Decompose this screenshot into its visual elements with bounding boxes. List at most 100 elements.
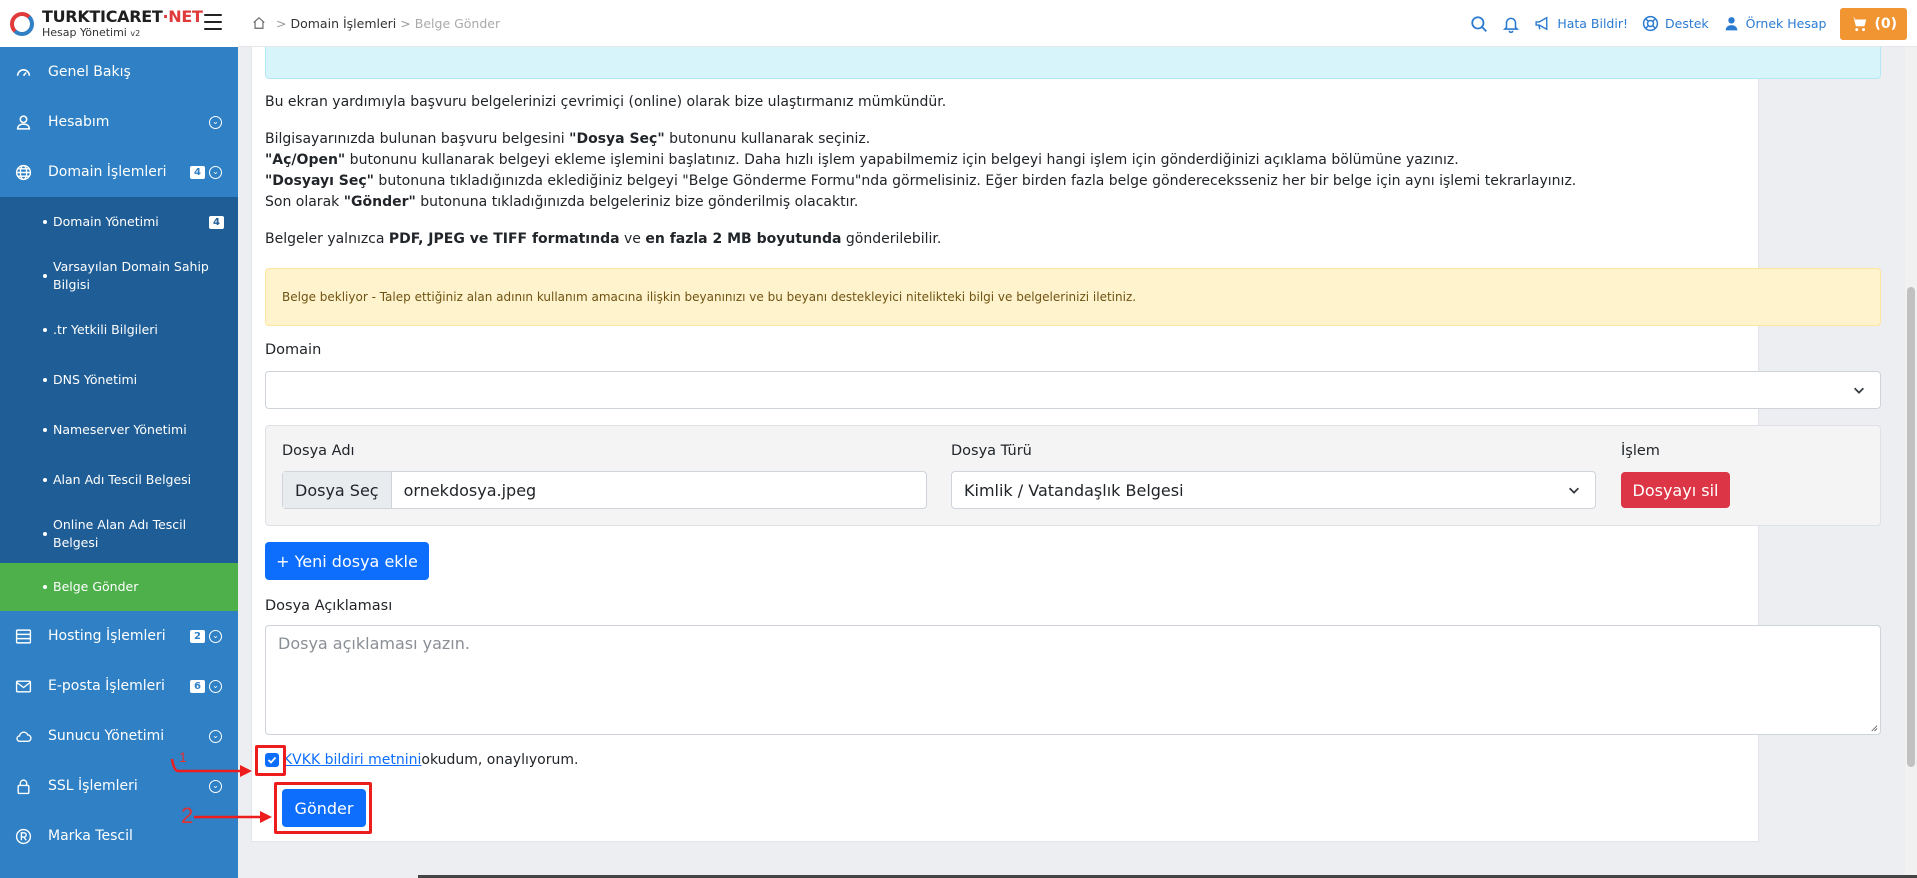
step-2-text: "Aç/Open" butonunu kullanarak belgeyi ek… bbox=[265, 152, 1459, 168]
sidebar-item-varsayilan-domain[interactable]: Varsayılan Domain Sahip Bilgisi bbox=[0, 247, 238, 305]
action-label: İşlem bbox=[1621, 443, 1660, 459]
cart-button[interactable]: (0) bbox=[1840, 7, 1907, 40]
cloud-icon bbox=[14, 727, 32, 745]
sidebar-item-label: .tr Yetkili Bilgileri bbox=[53, 322, 158, 337]
description-placeholder: Dosya açıklaması yazın. bbox=[278, 634, 470, 653]
domain-select[interactable] bbox=[265, 371, 1881, 409]
sidebar-item-label: Belge Gönder bbox=[53, 579, 139, 594]
cart-icon bbox=[1851, 16, 1867, 31]
step-1-text: Bilgisayarınızda bulunan başvuru belgesi… bbox=[265, 131, 871, 147]
sidebar-item-label: E-posta İşlemleri bbox=[48, 678, 165, 694]
sidebar-item-label: Varsayılan Domain Sahip Bilgisi bbox=[53, 259, 209, 292]
expand-icon[interactable]: ⌄ bbox=[209, 165, 222, 179]
chevron-down-icon bbox=[1854, 387, 1864, 394]
support-label: Destek bbox=[1665, 16, 1709, 31]
warning-text: Belge bekliyor - Talep ettiğiniz alan ad… bbox=[282, 290, 1137, 304]
sidebar-item-tescil-belgesi[interactable]: Alan Adı Tescil Belgesi bbox=[0, 455, 238, 505]
add-file-button[interactable]: + Yeni dosya ekle bbox=[265, 542, 429, 580]
sidebar-item-tr-yetkili[interactable]: .tr Yetkili Bilgileri bbox=[0, 305, 238, 355]
registered-icon bbox=[14, 827, 32, 845]
topbar: > Domain İşlemleri > Belge Gönder Hata B… bbox=[238, 0, 1917, 47]
sidebar-item-label: Nameserver Yönetimi bbox=[53, 422, 187, 437]
kvkk-link[interactable]: KVKK bildiri metnini bbox=[283, 752, 421, 768]
support-link[interactable]: Destek bbox=[1642, 15, 1709, 32]
domain-submenu: Domain Yönetimi 4 Varsayılan Domain Sahi… bbox=[0, 197, 238, 611]
expand-icon[interactable]: ⌄ bbox=[209, 115, 222, 129]
choose-file-button[interactable]: Dosya Seç bbox=[283, 472, 392, 508]
report-bug-link[interactable]: Hata Bildir! bbox=[1534, 15, 1628, 32]
file-type-value: Kimlik / Vatandaşlık Belgesi bbox=[964, 480, 1184, 500]
annotation-box-1 bbox=[255, 745, 286, 776]
logo[interactable]: TURKTICARET·NET Hesap Yönetimi v2 bbox=[0, 0, 238, 47]
count-badge: 4 bbox=[209, 215, 224, 229]
sidebar-item-online-tescil[interactable]: Online Alan Adı Tescil Belgesi bbox=[0, 505, 238, 563]
file-type-label: Dosya Türü bbox=[951, 443, 1032, 459]
step-3-text: "Dosyayı Seç" butonuna tıkladığınızda ek… bbox=[265, 173, 1577, 189]
sidebar-item-label: Sunucu Yönetimi bbox=[48, 728, 165, 744]
annotation-box-2 bbox=[274, 782, 372, 834]
sidebar-item-nameserver[interactable]: Nameserver Yönetimi bbox=[0, 405, 238, 455]
file-input-group: Dosya Seç ornekdosya.jpeg bbox=[282, 471, 927, 509]
lock-icon bbox=[14, 777, 32, 795]
sidebar-item-genel-bakis[interactable]: Genel Bakış bbox=[0, 47, 238, 97]
formats-text: Belgeler yalnızca PDF, JPEG ve TIFF form… bbox=[265, 231, 942, 247]
breadcrumb-item[interactable]: Domain İşlemleri bbox=[290, 16, 396, 31]
expand-icon[interactable]: ⌄ bbox=[209, 679, 222, 693]
account-label: Örnek Hesap bbox=[1745, 16, 1827, 31]
file-type-select[interactable]: Kimlik / Vatandaşlık Belgesi bbox=[951, 471, 1596, 509]
sidebar-item-eposta[interactable]: E-posta İşlemleri 6 ⌄ bbox=[0, 661, 238, 711]
globe-icon bbox=[14, 163, 32, 181]
sidebar-item-label: Marka Tescil bbox=[48, 828, 133, 844]
account-link[interactable]: Örnek Hesap bbox=[1723, 15, 1827, 32]
sidebar-item-label: Domain İşlemleri bbox=[48, 164, 167, 180]
file-name-value[interactable]: ornekdosya.jpeg bbox=[392, 472, 537, 508]
sidebar-item-label: Online Alan Adı Tescil Belgesi bbox=[53, 517, 187, 550]
info-alert bbox=[265, 47, 1881, 79]
count-badge: 4 bbox=[190, 165, 205, 179]
sidebar-item-domain-yonetimi[interactable]: Domain Yönetimi 4 bbox=[0, 197, 238, 247]
megaphone-icon bbox=[1535, 16, 1548, 31]
description-textarea[interactable]: Dosya açıklaması yazın. bbox=[265, 625, 1881, 735]
sidebar-item-dns[interactable]: DNS Yönetimi bbox=[0, 355, 238, 405]
logo-brand-net: ·NET bbox=[162, 7, 203, 26]
sidebar-item-sunucu[interactable]: Sunucu Yönetimi ⌄ bbox=[0, 711, 238, 761]
sidebar-item-domain-islemleri[interactable]: Domain İşlemleri 4 ⌄ bbox=[0, 147, 238, 197]
consent-text: okudum, onaylıyorum. bbox=[421, 752, 579, 768]
sidebar-item-label: Hosting İşlemleri bbox=[48, 628, 166, 644]
breadcrumb-current: Belge Gönder bbox=[414, 15, 501, 31]
scrollbar-thumb[interactable] bbox=[1907, 287, 1915, 767]
count-badge: 6 bbox=[190, 679, 205, 693]
logo-icon bbox=[10, 11, 34, 36]
file-name-label: Dosya Adı bbox=[282, 443, 355, 459]
menu-toggle-icon[interactable] bbox=[204, 14, 222, 30]
expand-icon[interactable]: ⌄ bbox=[209, 629, 222, 643]
sidebar-item-belge-gonder[interactable]: Belge Gönder bbox=[0, 563, 238, 611]
sidebar: TURKTICARET·NET Hesap Yönetimi v2 Genel … bbox=[0, 0, 238, 878]
cart-count: (0) bbox=[1874, 15, 1897, 32]
annotation-arrow-2 bbox=[194, 811, 272, 823]
report-bug-label: Hata Bildir! bbox=[1557, 16, 1628, 31]
step-4-text: Son olarak "Gönder" butonuna tıkladığını… bbox=[265, 194, 859, 210]
scrollbar-track[interactable] bbox=[1905, 47, 1917, 878]
search-icon[interactable] bbox=[1470, 15, 1488, 33]
domain-label: Domain bbox=[265, 342, 322, 358]
logo-version: v2 bbox=[130, 29, 141, 38]
logo-subtitle: Hesap Yönetimi bbox=[42, 26, 127, 39]
dashboard-icon bbox=[14, 63, 32, 81]
resize-handle-icon[interactable] bbox=[1869, 723, 1878, 732]
bell-icon[interactable] bbox=[1502, 15, 1520, 33]
intro-text: Bu ekran yardımıyla başvuru belgeleriniz… bbox=[265, 94, 947, 110]
delete-file-button[interactable]: Dosyayı sil bbox=[1621, 472, 1730, 508]
user-icon bbox=[1725, 17, 1738, 31]
expand-icon[interactable]: ⌄ bbox=[209, 729, 222, 743]
mail-icon bbox=[14, 677, 32, 695]
logo-brand: TURKTICARET bbox=[42, 7, 163, 26]
sidebar-item-label: Hesabım bbox=[48, 114, 110, 130]
sidebar-item-hesabim[interactable]: Hesabım ⌄ bbox=[0, 97, 238, 147]
sidebar-item-label: Alan Adı Tescil Belgesi bbox=[53, 472, 192, 487]
count-badge: 2 bbox=[190, 629, 205, 643]
sidebar-item-label: Domain Yönetimi bbox=[53, 214, 159, 229]
sidebar-item-hosting[interactable]: Hosting İşlemleri 2 ⌄ bbox=[0, 611, 238, 661]
home-icon[interactable] bbox=[252, 16, 266, 30]
sidebar-item-label: Genel Bakış bbox=[48, 64, 131, 80]
